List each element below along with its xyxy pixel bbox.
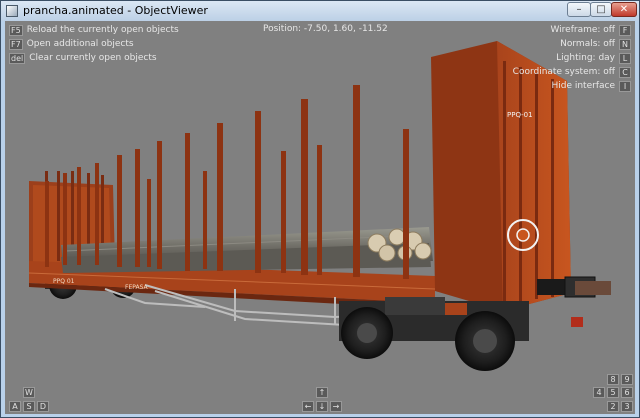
arrow-down-key[interactable]: ↓ [316, 401, 328, 412]
hud-toggle-wireframe[interactable]: Wireframe: off F [550, 24, 631, 36]
car-id-marking: PPQ 01 [53, 278, 75, 285]
key-a[interactable]: A [9, 401, 21, 412]
key-f[interactable]: F [619, 24, 631, 36]
hud-toggle-normals[interactable]: Normals: off N [560, 38, 631, 50]
hud-command-open[interactable]: F7 Open additional objects [9, 38, 134, 50]
title-bar[interactable]: prancha.animated - ObjectViewer – □ ✕ [1, 1, 639, 21]
hud-command-reload[interactable]: F5 Reload the currently open objects [9, 24, 179, 36]
arrow-left-key[interactable]: ← [302, 401, 314, 412]
3d-viewport[interactable]: PPQ 01 FEPASA PPQ-01 Position: -7.50, 1.… [5, 21, 635, 414]
maximize-button[interactable]: □ [590, 2, 612, 17]
near-bulkhead: PPQ-01 [431, 41, 571, 311]
near-bogie [339, 297, 529, 371]
key-i[interactable]: I [619, 80, 631, 92]
key-n[interactable]: N [619, 38, 631, 50]
log-load [61, 227, 433, 273]
reload-label: Reload the currently open objects [26, 25, 179, 35]
hud-toggle-coordinates[interactable]: Coordinate system: off C [513, 66, 631, 78]
numpad-2-key[interactable]: 2 [607, 401, 619, 412]
hud-command-clear[interactable]: del Clear currently open objects [9, 52, 157, 64]
objectviewer-window: prancha.animated - ObjectViewer – □ ✕ PP… [0, 0, 640, 418]
numpad-9-key[interactable]: 9 [621, 374, 633, 385]
clear-label: Clear currently open objects [29, 53, 157, 63]
numpad-3-key[interactable]: 3 [621, 401, 633, 412]
close-button[interactable]: ✕ [611, 2, 637, 17]
numpad-6-key[interactable]: 6 [621, 387, 633, 398]
coupler [537, 276, 611, 327]
arrow-up-key[interactable]: ↑ [316, 387, 328, 398]
key-d[interactable]: D [37, 401, 49, 412]
key-w[interactable]: W [23, 387, 35, 398]
hud-toggle-interface[interactable]: Hide interface I [551, 80, 631, 92]
normals-label: Normals: off [560, 39, 615, 49]
hud-toggle-lighting[interactable]: Lighting: day L [556, 52, 631, 64]
freight-car-render: PPQ 01 FEPASA PPQ-01 [28, 41, 611, 371]
lighting-label: Lighting: day [556, 53, 615, 63]
numpad-4-key[interactable]: 4 [593, 387, 605, 398]
key-del[interactable]: del [9, 52, 26, 64]
app-icon [6, 5, 18, 17]
key-f7[interactable]: F7 [9, 38, 23, 50]
numpad-8-key[interactable]: 8 [607, 374, 619, 385]
window-title: prancha.animated - ObjectViewer [23, 4, 208, 17]
key-f5[interactable]: F5 [9, 24, 23, 36]
brand-marking: FEPASA [125, 284, 149, 291]
numpad-5-key[interactable]: 5 [607, 387, 619, 398]
open-label: Open additional objects [26, 39, 134, 49]
key-s[interactable]: S [23, 401, 35, 412]
key-c[interactable]: C [619, 66, 631, 78]
minimize-button[interactable]: – [567, 2, 591, 17]
key-l[interactable]: L [619, 52, 631, 64]
hide-interface-label: Hide interface [551, 81, 615, 91]
wireframe-label: Wireframe: off [550, 25, 615, 35]
coordinate-label: Coordinate system: off [512, 67, 615, 77]
camera-position-readout: Position: -7.50, 1.60, -11.52 [263, 24, 388, 34]
end-id-marking: PPQ-01 [507, 111, 533, 119]
arrow-right-key[interactable]: → [330, 401, 342, 412]
